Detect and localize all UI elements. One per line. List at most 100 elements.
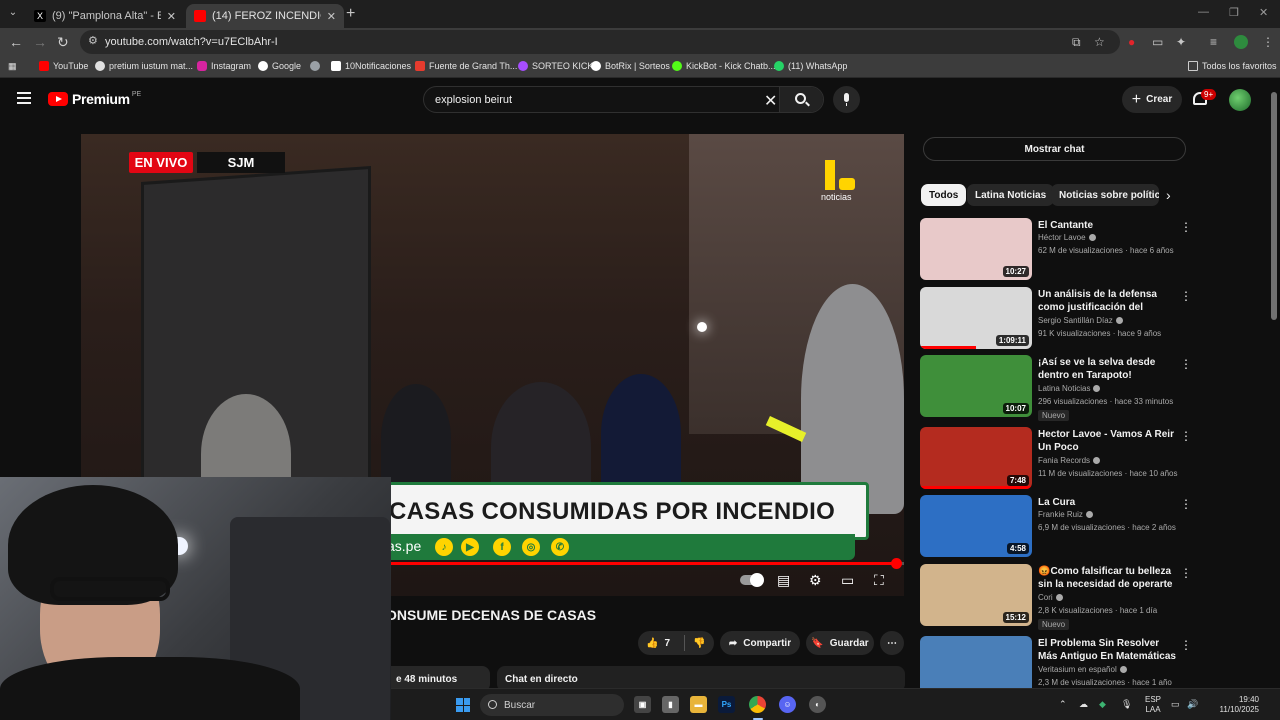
channel-name[interactable]: Fania Records <box>1038 456 1101 465</box>
bookmark-instagram[interactable]: Instagram <box>197 61 251 71</box>
bookmark-pretium[interactable]: pretium iustum mat... <box>95 61 193 71</box>
recommended-video[interactable]: 10:27 El Cantante Héctor Lavoe 62 M de visu… <box>920 218 1192 280</box>
fullscreen-icon[interactable]: ⛶ <box>874 572 884 589</box>
volume-icon[interactable]: 🔊 <box>1187 699 1198 710</box>
bookmark-star-icon[interactable]: ☆ <box>1094 35 1105 49</box>
windows-start-icon[interactable] <box>456 698 470 712</box>
video-thumbnail[interactable]: 10:07 <box>920 355 1032 417</box>
video-thumbnail[interactable]: 1:09:11 <box>920 287 1032 349</box>
close-window-icon[interactable]: ✕ <box>1259 6 1268 19</box>
menu-hamburger-icon[interactable] <box>17 92 31 104</box>
recommended-video[interactable]: 1:09:11 Un análisis de la defensa como ju… <box>920 287 1192 349</box>
cloud-icon[interactable]: ☁ <box>1079 699 1088 710</box>
video-title[interactable]: 😡Como falsificar tu belleza sin la neces… <box>1038 565 1176 591</box>
video-title[interactable]: La Cura <box>1038 496 1176 509</box>
close-tab-icon[interactable]: ✕ <box>327 10 336 23</box>
video-thumbnail[interactable]: 10:27 <box>920 218 1032 280</box>
like-button[interactable]: 👍 7 <box>638 638 684 649</box>
channel-name[interactable]: Veritasium en español <box>1038 665 1127 674</box>
chip-latina-noticias[interactable]: Latina Noticias <box>967 184 1055 206</box>
browser-menu-icon[interactable]: ⋮ <box>1262 35 1274 49</box>
autoplay-toggle[interactable] <box>740 573 764 587</box>
more-options-icon[interactable]: ⋮ <box>1180 429 1192 443</box>
more-options-icon[interactable]: ⋮ <box>1180 289 1192 303</box>
dislike-button[interactable]: 👎 <box>685 638 705 649</box>
tab-x-search[interactable]: X (9) "Pamplona Alta" - Buscar / X ✕ <box>26 4 184 28</box>
video-thumbnail[interactable]: 4:58 <box>920 495 1032 557</box>
video-thumbnail[interactable]: 7:48 <box>920 427 1032 489</box>
video-title[interactable]: El Cantante <box>1038 219 1176 232</box>
progress-knob[interactable] <box>890 558 902 569</box>
video-title[interactable]: ¡Así se ve la selva desde dentro en Tara… <box>1038 356 1176 382</box>
more-options-icon[interactable]: ⋮ <box>1180 497 1192 511</box>
channel-name[interactable]: Cori <box>1038 593 1063 602</box>
microphone-icon[interactable]: 🎙 <box>1121 699 1132 710</box>
photoshop-icon[interactable]: Ps <box>718 696 735 713</box>
recommended-video[interactable]: 7:48 Hector Lavoe - Vamos A Reir Un Poco F… <box>920 427 1192 489</box>
recommended-video[interactable]: 4:58 La Cura Frankie Ruiz 6,9 M de visualiz… <box>920 495 1192 557</box>
more-actions-button[interactable]: ⋯ <box>880 631 904 655</box>
chip-politica[interactable]: Noticias sobre política <box>1051 184 1159 206</box>
video-title[interactable]: Un análisis de la defensa como justifica… <box>1038 288 1176 314</box>
account-avatar[interactable] <box>1229 89 1251 111</box>
recommended-video[interactable]: 15:12 😡Como falsificar tu belleza sin la … <box>920 564 1192 630</box>
discord-icon[interactable]: ☺ <box>779 696 796 713</box>
create-button[interactable]: + Crear <box>1122 86 1182 113</box>
more-options-icon[interactable]: ⋮ <box>1180 220 1192 234</box>
channel-name[interactable]: Héctor Lavoe <box>1038 233 1096 242</box>
chip-todos[interactable]: Todos <box>921 184 967 206</box>
tab-youtube-video[interactable]: (14) FEROZ INCENDIO EN SAN ✕ <box>186 4 344 28</box>
restore-icon[interactable]: ❐ <box>1229 6 1239 19</box>
search-input[interactable]: explosion beirut <box>435 94 512 106</box>
tray-chevron-icon[interactable]: ⌃ <box>1059 699 1067 710</box>
channel-name[interactable]: Frankie Ruiz <box>1038 510 1093 519</box>
save-button[interactable]: 🔖 Guardar <box>806 631 874 655</box>
bookmark-whatsapp[interactable]: (11) WhatsApp <box>774 61 847 71</box>
apps-grid-icon[interactable]: ▦ <box>8 61 17 72</box>
address-bar[interactable]: ⚙ youtube.com/watch?v=u7EClbAhr-I <box>80 30 1120 54</box>
all-favorites-folder[interactable]: Todos los favoritos <box>1188 61 1277 71</box>
theater-mode-icon[interactable]: ▭ <box>841 572 854 589</box>
subtitles-icon[interactable]: ▤ <box>777 572 790 589</box>
search-box[interactable]: explosion beirut ✕ <box>423 86 824 113</box>
install-app-icon[interactable]: ⧉ <box>1072 35 1081 50</box>
page-scrollbar[interactable] <box>1271 92 1277 320</box>
extension-icon[interactable]: ▭ <box>1152 35 1163 49</box>
new-tab-button[interactable]: + <box>346 5 355 23</box>
task-view-icon[interactable]: ▣ <box>634 696 651 713</box>
bookmark-google[interactable]: Google <box>258 61 301 71</box>
voice-search-icon[interactable] <box>833 86 860 113</box>
network-icon[interactable]: ▭ <box>1171 699 1180 710</box>
forward-icon[interactable]: → <box>33 34 47 50</box>
video-title[interactable]: Hector Lavoe - Vamos A Reir Un Poco <box>1038 428 1176 454</box>
more-options-icon[interactable]: ⋮ <box>1180 638 1192 652</box>
file-explorer-icon[interactable]: ▬ <box>690 696 707 713</box>
chrome-icon[interactable] <box>749 696 766 713</box>
bookmark-botrix[interactable]: BotRix | Sorteos <box>591 61 670 71</box>
search-button[interactable] <box>779 87 823 112</box>
show-chat-button[interactable]: Mostrar chat <box>923 137 1186 161</box>
video-thumbnail[interactable]: 15:12 <box>920 564 1032 626</box>
more-options-icon[interactable]: ⋮ <box>1180 566 1192 580</box>
taskbar-clock[interactable]: 19:40 11/10/2025 <box>1209 695 1259 715</box>
language-indicator[interactable]: ESP LAA <box>1145 695 1161 715</box>
channel-name[interactable]: Latina Noticias <box>1038 384 1101 393</box>
tab-search-icon[interactable]: ⌄ <box>6 7 20 21</box>
youtube-premium-logo[interactable]: Premium PE <box>48 91 141 107</box>
more-options-icon[interactable]: ⋮ <box>1180 357 1192 371</box>
extensions-puzzle-icon[interactable]: ✦ <box>1176 35 1186 49</box>
close-tab-icon[interactable]: ✕ <box>167 10 176 23</box>
extension-record-icon[interactable]: ● <box>1128 35 1135 49</box>
back-icon[interactable]: ← <box>9 34 23 50</box>
app-icon[interactable]: ▮ <box>662 696 679 713</box>
bookmark-kickbot[interactable]: KickBot - Kick Chatb... <box>672 61 776 71</box>
bookmark-grand-theft[interactable]: Fuente de Grand Th... <box>415 61 517 71</box>
bookmark-youtube[interactable]: YouTube <box>39 61 88 71</box>
app-icon[interactable]: ◐ <box>809 696 826 713</box>
reload-icon[interactable]: ↻ <box>57 34 69 51</box>
video-title[interactable]: El Problema Sin Resolver Más Antiguo En … <box>1038 637 1176 663</box>
taskbar-search[interactable]: Buscar <box>480 694 624 716</box>
share-button[interactable]: ➦ Compartir <box>720 631 800 655</box>
chevron-right-icon[interactable]: › <box>1166 187 1171 203</box>
media-control-icon[interactable]: ≡ <box>1210 35 1217 49</box>
